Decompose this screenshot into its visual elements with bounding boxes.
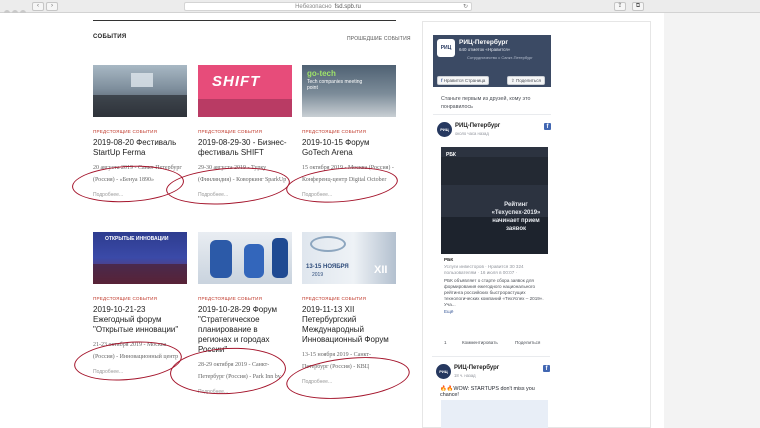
share-page-label: Поделиться [516, 78, 541, 83]
event-title[interactable]: 2019-11-13 XII Петербургский Международн… [302, 305, 396, 345]
post-source-line: Услуги инвесторов · Нравится 30 324 поль… [444, 264, 524, 275]
url-text: fsd.spb.ru [334, 4, 361, 10]
comment-label: Комментировать [462, 340, 498, 345]
like-count: 1 [444, 340, 447, 345]
post-author[interactable]: РИЦ-Петербург [454, 365, 499, 371]
share-arrow-icon: ⇪ [511, 78, 515, 83]
event-image-text: 13-15 НОЯБРЯ [306, 264, 349, 270]
rbk-logo: РБК [446, 152, 456, 158]
event-category: ПРЕДСТОЯЩИЕ СОБЫТИЯ [198, 129, 263, 134]
event-image-roman: XII [374, 264, 388, 276]
fb-page-header[interactable]: РИЦ РИЦ-Петербург 640 отметок «Нравится»… [433, 35, 551, 87]
share-post-button[interactable]: Поделиться [515, 340, 540, 345]
past-events-link[interactable]: ПРОШЕДШИЕ СОБЫТИЯ [347, 36, 411, 42]
divider [432, 356, 550, 357]
event-title[interactable]: 2019-10-15 Форум GoTech Arena [302, 138, 396, 158]
window-controls[interactable] [4, 3, 30, 16]
event-category: ПРЕДСТОЯЩИЕ СОБЫТИЯ [93, 296, 158, 301]
page-subtitle: Сотрудничество с Санкт-Петербург [467, 55, 533, 60]
tabs-icon: ⧉ [635, 3, 641, 9]
page-name[interactable]: РИЦ-Петербург [459, 39, 508, 46]
forward-icon: › [51, 3, 53, 9]
back-icon: ‹ [37, 3, 39, 9]
facebook-icon[interactable]: f [544, 123, 551, 130]
event-image-text: go-tech [307, 69, 336, 78]
reload-icon[interactable]: ↻ [463, 3, 468, 11]
like-count-value: 1 [444, 340, 447, 345]
share-post-label: Поделиться [515, 340, 541, 345]
browser-toolbar: ‹ › Небезопасно fsd.spb.ru ↻ ⇪ ⧉ [0, 0, 760, 16]
event-image[interactable]: 13-15 НОЯБРЯ 2019 XII [302, 232, 396, 284]
page-margin [664, 13, 760, 428]
post-image[interactable] [441, 400, 548, 428]
event-image[interactable] [198, 232, 292, 284]
post-time[interactable]: 18 ч. назад [454, 373, 476, 378]
share-browser-button[interactable]: ⇪ [614, 2, 626, 11]
event-category: ПРЕДСТОЯЩИЕ СОБЫТИЯ [198, 296, 263, 301]
event-image[interactable]: go-tech Tech companies meeting point [302, 65, 396, 117]
post-author[interactable]: РИЦ-Петербург [455, 123, 500, 129]
event-category: ПРЕДСТОЯЩИЕ СОБЫТИЯ [302, 129, 367, 134]
event-image-year: 2019 [312, 272, 324, 278]
event-image-text: SHIFT [212, 73, 261, 90]
fb-icon: f [441, 78, 443, 83]
event-title[interactable]: 2019-08-29-30 - Бизнес-фестиваль SHIFT [198, 138, 292, 158]
facebook-icon[interactable]: f [543, 365, 550, 372]
event-image[interactable]: SHIFT [198, 65, 292, 117]
security-label: Небезопасно [295, 4, 332, 10]
comment-button[interactable]: Комментировать [462, 340, 498, 345]
event-title[interactable]: 2019-08-20 Фестиваль StartUp Ferma [93, 138, 187, 158]
like-page-button[interactable]: f Нравится Страница [437, 76, 490, 85]
avatar[interactable]: РИЦ [437, 122, 452, 137]
back-button[interactable]: ‹ [32, 2, 44, 11]
share-page-button[interactable]: ⇪ Поделиться [507, 76, 545, 85]
tabs-button[interactable]: ⧉ [632, 2, 644, 11]
section-title: СОБЫТИЯ [93, 34, 127, 40]
post-image[interactable]: РБК Рейтинг «Техуспех-2019» начинает при… [441, 147, 548, 254]
forward-button[interactable]: › [46, 2, 58, 11]
event-category: ПРЕДСТОЯЩИЕ СОБЫТИЯ [302, 296, 367, 301]
event-image-text: ОТКРЫТЫЕ ИННОВАЦИИ [105, 236, 169, 242]
post-time[interactable]: около часа назад [455, 131, 489, 136]
address-bar[interactable]: Небезопасно fsd.spb.ru ↻ [184, 2, 472, 11]
event-image[interactable]: ОТКРЫТЫЕ ИННОВАЦИИ [93, 232, 187, 284]
event-category: ПРЕДСТОЯЩИЕ СОБЫТИЯ [93, 129, 158, 134]
post-text: 🔥🔥WOW: STARTUPS don't miss you chance! [440, 386, 535, 398]
post-more-link[interactable]: Ещё [444, 309, 453, 315]
page-likes: 640 отметок «Нравится» [459, 47, 511, 52]
post-source[interactable]: РБК [444, 257, 453, 263]
image-band [441, 157, 548, 185]
share-icon: ⇪ [617, 3, 623, 9]
top-divider [93, 20, 396, 21]
divider [433, 114, 551, 115]
page-logo[interactable]: РИЦ [437, 39, 455, 57]
event-title[interactable]: 2019-10-21-23 Ежегодный форум "Открытые … [93, 305, 187, 335]
image-headline: Рейтинг «Техуспех-2019» начинает прием з… [491, 202, 541, 232]
like-page-label: Нравится Страница [443, 78, 486, 83]
event-image[interactable] [93, 65, 187, 117]
event-image-subtext: Tech companies meeting point [307, 79, 363, 91]
friends-text: Станьте первым из друзей, кому это понра… [441, 96, 531, 110]
avatar[interactable]: РИЦ [436, 364, 451, 379]
post-body: РБК объявляет о старте сбора заявок для … [444, 278, 544, 307]
